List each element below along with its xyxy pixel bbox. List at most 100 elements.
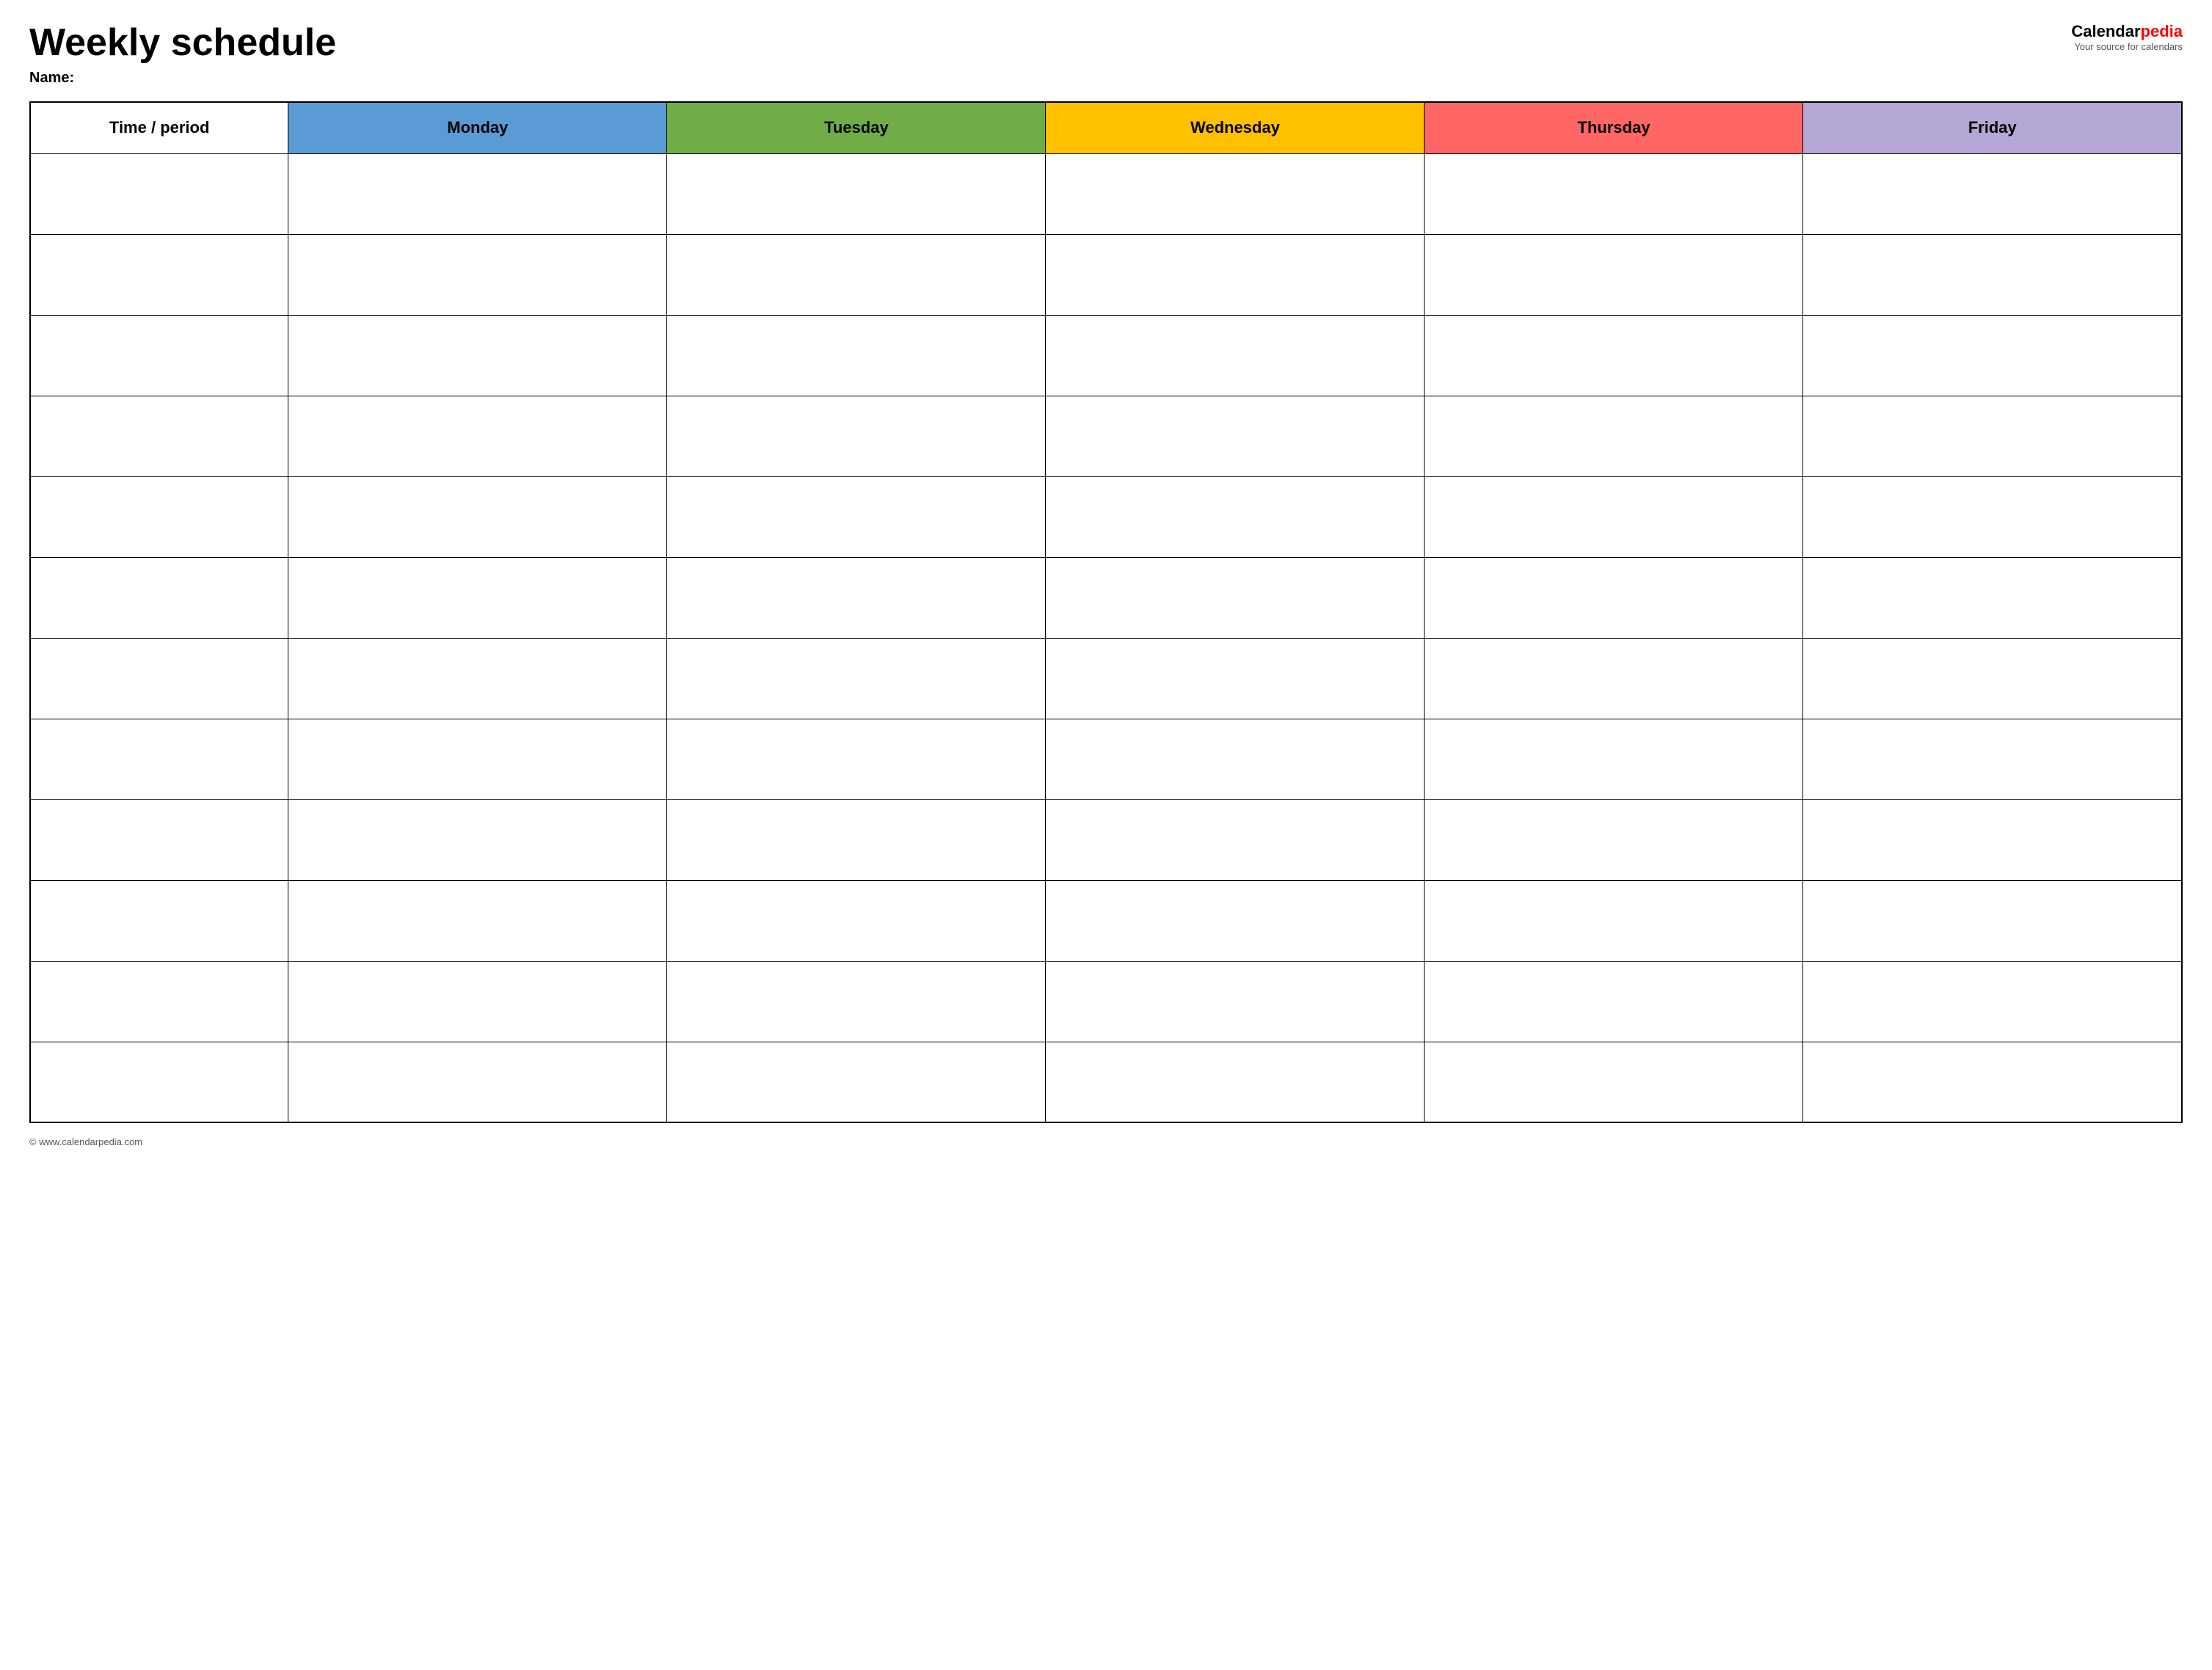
time-cell[interactable]	[30, 880, 288, 961]
schedule-cell[interactable]	[667, 234, 1046, 315]
schedule-cell[interactable]	[1425, 234, 1803, 315]
schedule-cell[interactable]	[1046, 153, 1425, 234]
schedule-cell[interactable]	[1046, 880, 1425, 961]
schedule-cell[interactable]	[1046, 961, 1425, 1042]
schedule-cell[interactable]	[667, 1042, 1046, 1122]
schedule-cell[interactable]	[288, 638, 667, 719]
schedule-cell[interactable]	[667, 476, 1046, 557]
col-header-monday: Monday	[288, 102, 667, 153]
schedule-cell[interactable]	[288, 476, 667, 557]
time-cell[interactable]	[30, 234, 288, 315]
schedule-cell[interactable]	[288, 153, 667, 234]
schedule-cell[interactable]	[1803, 880, 2182, 961]
schedule-cell[interactable]	[1046, 557, 1425, 638]
schedule-cell[interactable]	[1803, 557, 2182, 638]
schedule-cell[interactable]	[288, 880, 667, 961]
time-cell[interactable]	[30, 315, 288, 396]
page-header: Weekly schedule Name: Calendarpedia Your…	[29, 22, 2183, 87]
schedule-cell[interactable]	[667, 880, 1046, 961]
schedule-cell[interactable]	[1425, 719, 1803, 799]
schedule-cell[interactable]	[667, 153, 1046, 234]
schedule-cell[interactable]	[667, 719, 1046, 799]
schedule-cell[interactable]	[1046, 799, 1425, 880]
schedule-cell[interactable]	[288, 396, 667, 476]
title-area: Weekly schedule Name:	[29, 22, 336, 87]
schedule-table: Time / period Monday Tuesday Wednesday T…	[29, 101, 2183, 1123]
schedule-cell[interactable]	[1425, 153, 1803, 234]
schedule-cell[interactable]	[288, 1042, 667, 1122]
schedule-cell[interactable]	[1803, 315, 2182, 396]
table-row	[30, 1042, 2182, 1122]
table-row	[30, 719, 2182, 799]
time-cell[interactable]	[30, 799, 288, 880]
schedule-cell[interactable]	[1425, 799, 1803, 880]
table-row	[30, 396, 2182, 476]
schedule-body	[30, 153, 2182, 1122]
schedule-cell[interactable]	[288, 719, 667, 799]
schedule-cell[interactable]	[1046, 1042, 1425, 1122]
schedule-cell[interactable]	[288, 315, 667, 396]
schedule-cell[interactable]	[288, 961, 667, 1042]
logo-area: Calendarpedia Your source for calendars	[2071, 22, 2183, 52]
logo-pedia: pedia	[2141, 22, 2183, 40]
time-cell[interactable]	[30, 153, 288, 234]
schedule-cell[interactable]	[1803, 234, 2182, 315]
website-link: © www.calendarpedia.com	[29, 1136, 142, 1147]
table-row	[30, 638, 2182, 719]
table-row	[30, 961, 2182, 1042]
table-row	[30, 799, 2182, 880]
table-row	[30, 234, 2182, 315]
schedule-cell[interactable]	[667, 799, 1046, 880]
page-title: Weekly schedule	[29, 22, 336, 64]
table-row	[30, 880, 2182, 961]
schedule-cell[interactable]	[1046, 315, 1425, 396]
col-header-thursday: Thursday	[1425, 102, 1803, 153]
time-cell[interactable]	[30, 638, 288, 719]
table-row	[30, 476, 2182, 557]
schedule-cell[interactable]	[1046, 476, 1425, 557]
schedule-cell[interactable]	[288, 234, 667, 315]
schedule-cell[interactable]	[1803, 396, 2182, 476]
logo-text: Calendarpedia	[2071, 22, 2183, 41]
footer: © www.calendarpedia.com	[29, 1130, 2183, 1147]
time-cell[interactable]	[30, 961, 288, 1042]
col-header-tuesday: Tuesday	[667, 102, 1046, 153]
schedule-cell[interactable]	[1803, 719, 2182, 799]
time-cell[interactable]	[30, 476, 288, 557]
schedule-cell[interactable]	[1803, 799, 2182, 880]
schedule-cell[interactable]	[1425, 557, 1803, 638]
schedule-cell[interactable]	[288, 799, 667, 880]
time-cell[interactable]	[30, 396, 288, 476]
schedule-cell[interactable]	[1425, 315, 1803, 396]
time-cell[interactable]	[30, 557, 288, 638]
schedule-cell[interactable]	[1425, 638, 1803, 719]
schedule-cell[interactable]	[667, 961, 1046, 1042]
schedule-cell[interactable]	[667, 557, 1046, 638]
col-header-friday: Friday	[1803, 102, 2182, 153]
schedule-cell[interactable]	[667, 396, 1046, 476]
schedule-cell[interactable]	[1046, 719, 1425, 799]
schedule-cell[interactable]	[1425, 961, 1803, 1042]
schedule-cell[interactable]	[1425, 1042, 1803, 1122]
schedule-cell[interactable]	[1803, 153, 2182, 234]
schedule-cell[interactable]	[667, 315, 1046, 396]
schedule-cell[interactable]	[1046, 396, 1425, 476]
schedule-cell[interactable]	[1425, 476, 1803, 557]
table-row	[30, 315, 2182, 396]
schedule-cell[interactable]	[1803, 476, 2182, 557]
schedule-cell[interactable]	[1046, 234, 1425, 315]
time-cell[interactable]	[30, 719, 288, 799]
schedule-cell[interactable]	[667, 638, 1046, 719]
schedule-cell[interactable]	[1425, 880, 1803, 961]
time-cell[interactable]	[30, 1042, 288, 1122]
name-label: Name:	[29, 70, 336, 87]
schedule-cell[interactable]	[1046, 638, 1425, 719]
logo-calendar: Calendar	[2071, 22, 2140, 40]
schedule-cell[interactable]	[1803, 961, 2182, 1042]
schedule-cell[interactable]	[1803, 638, 2182, 719]
schedule-cell[interactable]	[288, 557, 667, 638]
schedule-cell[interactable]	[1803, 1042, 2182, 1122]
table-row	[30, 153, 2182, 234]
schedule-cell[interactable]	[1425, 396, 1803, 476]
header-row: Time / period Monday Tuesday Wednesday T…	[30, 102, 2182, 153]
